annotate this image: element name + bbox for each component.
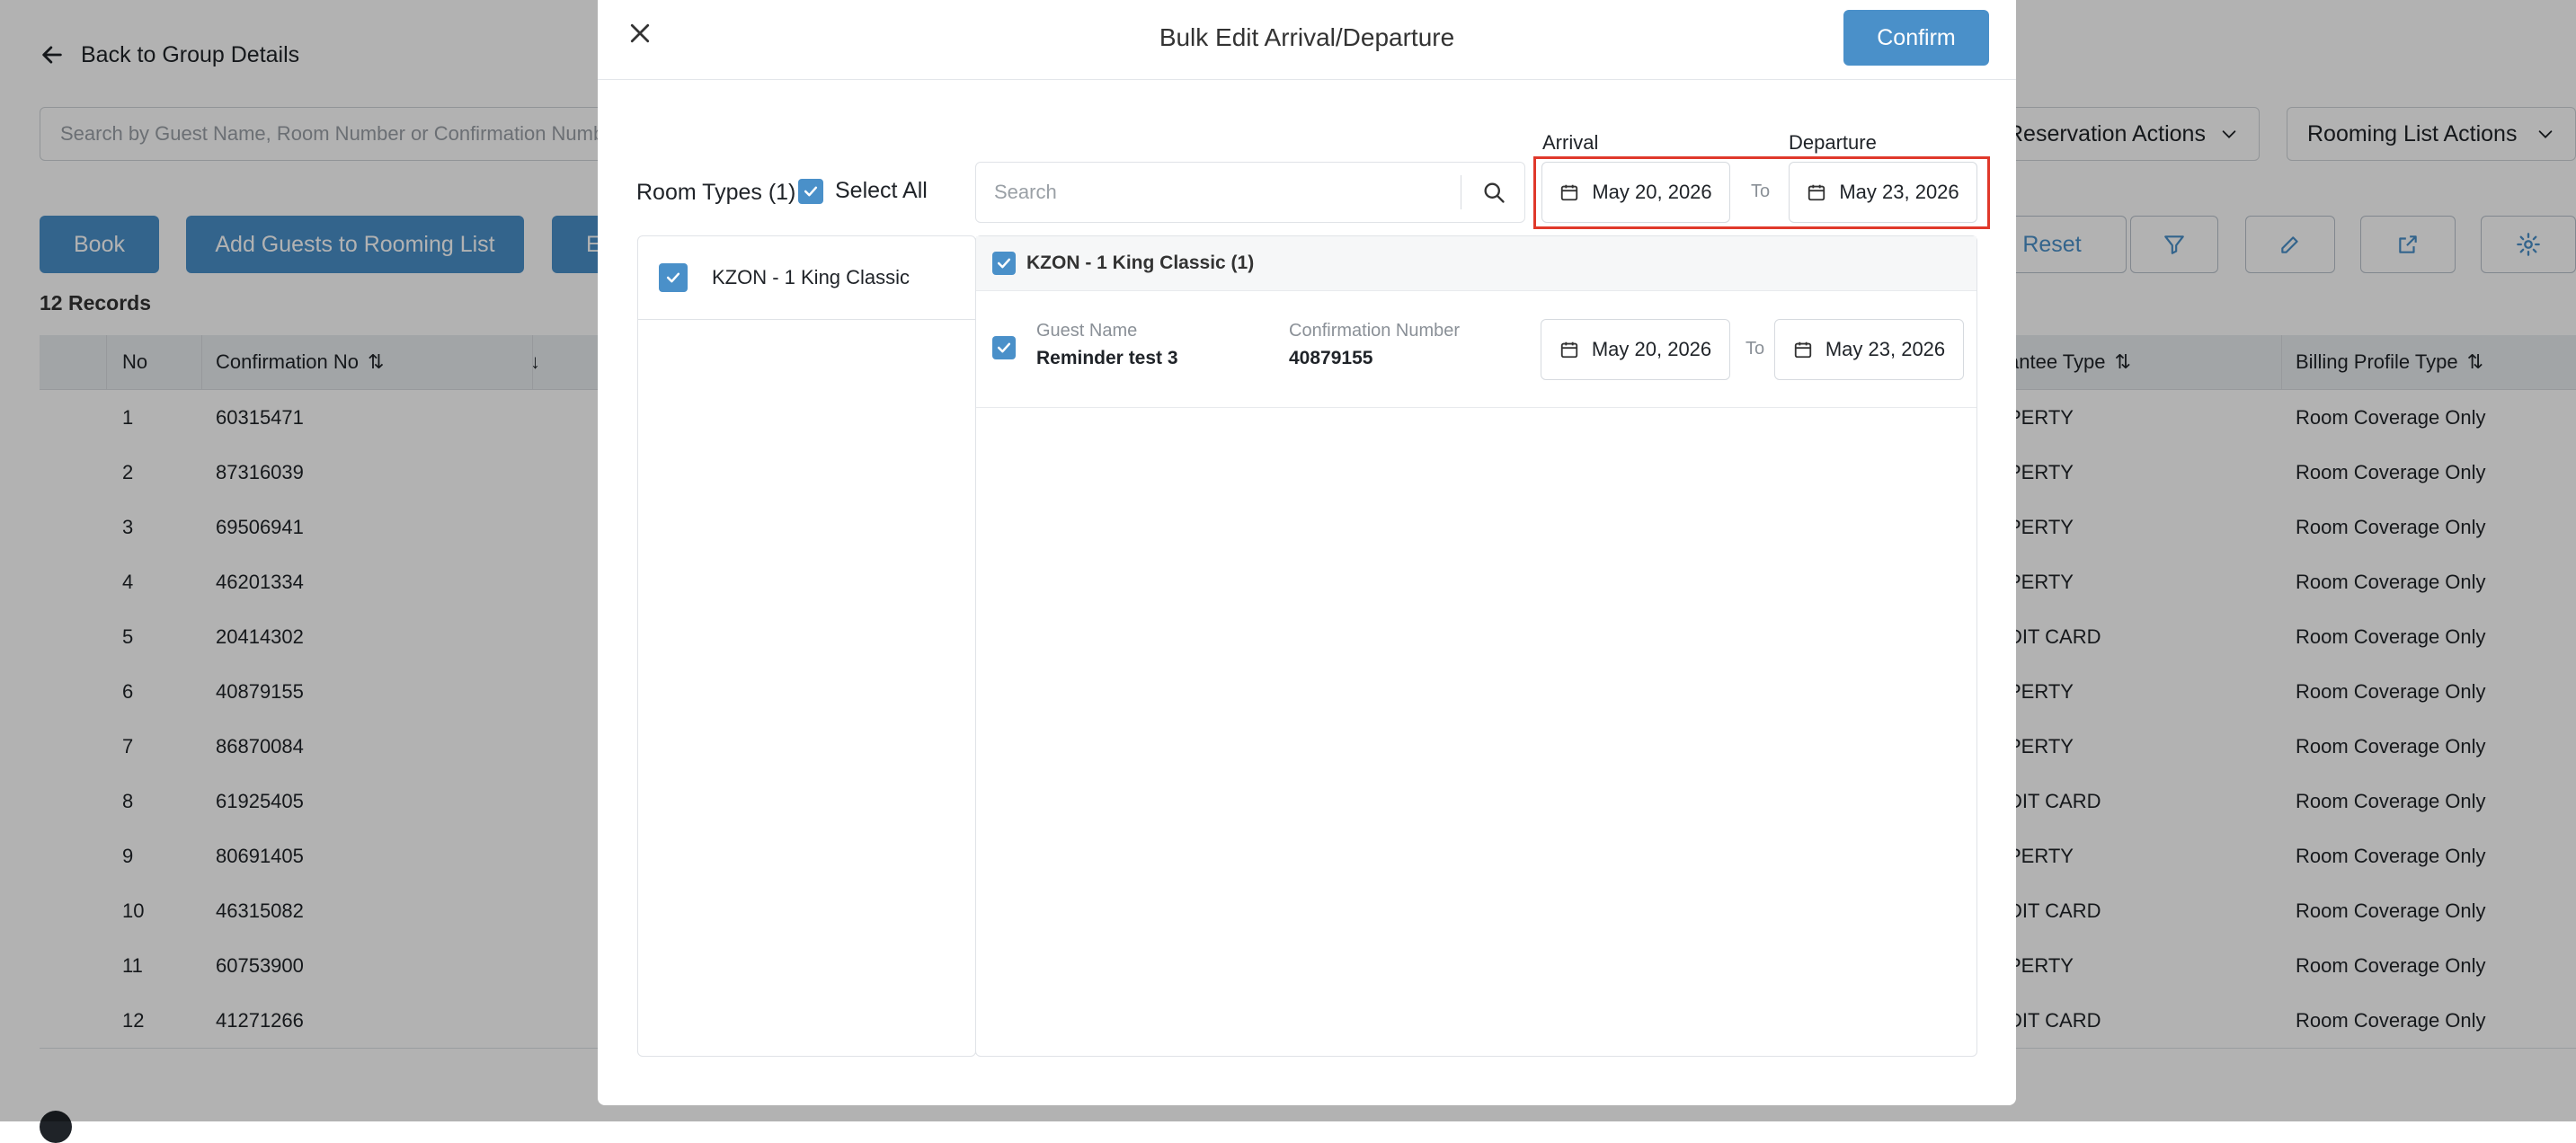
- room-type-list: KZON - 1 King Classic: [637, 235, 976, 1057]
- search-icon[interactable]: [1481, 180, 1506, 205]
- guest-panel: KZON - 1 King Classic (1) Guest Name Rem…: [975, 235, 1977, 1057]
- confirmation-number-label: Confirmation Number: [1289, 321, 1461, 341]
- calendar-icon: [1560, 341, 1578, 359]
- room-type-item[interactable]: KZON - 1 King Classic: [638, 236, 975, 320]
- confirm-label: Confirm: [1877, 24, 1956, 50]
- confirmation-number-value: 40879155: [1289, 348, 1373, 368]
- modal-header: Bulk Edit Arrival/Departure Confirm: [598, 0, 2016, 80]
- room-group-header: KZON - 1 King Classic (1): [976, 236, 1976, 291]
- departure-date-value: May 23, 2026: [1839, 181, 1959, 203]
- guest-departure-date-value: May 23, 2026: [1825, 338, 1946, 360]
- guest-row: Guest Name Reminder test 3 Confirmation …: [976, 290, 1976, 408]
- check-icon: [666, 272, 680, 283]
- check-icon: [997, 258, 1011, 269]
- guest-name-label: Guest Name: [1036, 321, 1138, 341]
- departure-date-picker[interactable]: May 23, 2026: [1789, 162, 1977, 223]
- guest-name-value: Reminder test 3: [1036, 348, 1178, 368]
- guest-date-to-label: To: [1745, 339, 1765, 359]
- select-all-toggle[interactable]: Select All: [798, 178, 928, 204]
- modal-search-placeholder: Search: [994, 181, 1057, 203]
- select-all-checkbox[interactable]: [798, 178, 823, 204]
- modal-search-input[interactable]: Search: [975, 162, 1525, 223]
- guest-arrival-date-picker[interactable]: May 20, 2026: [1541, 319, 1730, 380]
- modal-title: Bulk Edit Arrival/Departure: [1159, 23, 1455, 51]
- guest-departure-date-picker[interactable]: May 23, 2026: [1774, 319, 1964, 380]
- calendar-icon: [1794, 341, 1812, 359]
- room-types-label: Room Types (1): [636, 180, 796, 205]
- room-type-checkbox[interactable]: [659, 263, 688, 292]
- guest-checkbox[interactable]: [992, 336, 1016, 359]
- arrival-date-picker[interactable]: May 20, 2026: [1541, 162, 1730, 223]
- room-group-checkbox[interactable]: [992, 252, 1016, 275]
- select-all-label: Select All: [835, 178, 928, 203]
- room-type-item-label: KZON - 1 King Classic: [712, 266, 910, 288]
- room-group-label: KZON - 1 King Classic (1): [1026, 253, 1255, 273]
- calendar-icon: [1808, 184, 1825, 201]
- guest-arrival-date-value: May 20, 2026: [1591, 338, 1712, 360]
- departure-label: Departure: [1789, 131, 1877, 154]
- check-icon: [804, 186, 818, 196]
- confirm-button[interactable]: Confirm: [1843, 10, 1989, 66]
- date-range-to-label: To: [1751, 182, 1771, 201]
- arrival-date-value: May 20, 2026: [1592, 181, 1712, 203]
- bulk-edit-modal: Bulk Edit Arrival/Departure Confirm Room…: [598, 0, 2016, 1105]
- calendar-icon: [1561, 184, 1578, 201]
- check-icon: [997, 342, 1011, 353]
- arrival-label: Arrival: [1542, 131, 1599, 154]
